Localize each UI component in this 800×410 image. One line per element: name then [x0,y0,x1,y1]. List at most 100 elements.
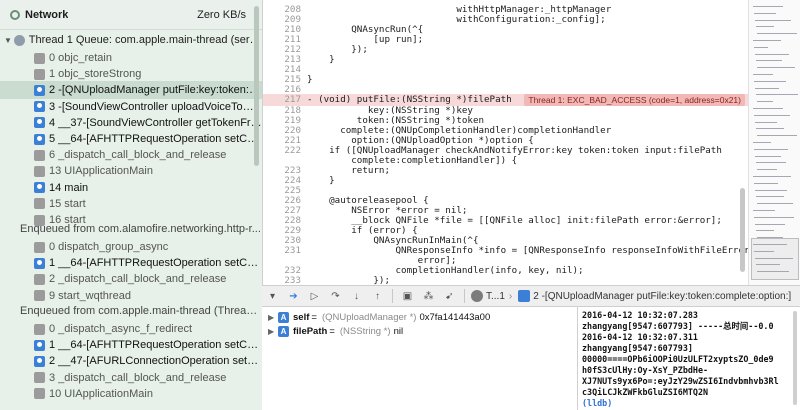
network-gauge[interactable]: Network Zero KB/s [0,0,262,30]
system-frame-icon [34,52,45,64]
stack-frame-label: 15 start [49,197,86,210]
console-scrollbar[interactable] [793,311,797,405]
continue-icon[interactable]: ▷ [307,289,322,303]
stack-frame-label: 2 -[QNUploadManager putFile:key:token:co… [49,84,262,97]
user-frame-icon [34,257,45,269]
stack-frame-label: 2 _dispatch_call_block_and_release [49,273,227,286]
minimap-line [757,237,783,239]
system-frame-icon [34,68,45,80]
minimap-line [756,264,780,266]
variable-badge-icon: A [278,311,289,323]
variable-row-self[interactable]: ▶ A self = (QNUploadManager *) 0x7fa1414… [268,310,490,324]
system-frame-icon [34,323,45,335]
system-frame-icon [34,165,45,177]
line-number: 233 [284,275,301,285]
console-line: 2016-04-12 10:32:07.311 [582,332,698,342]
breadcrumb-frame[interactable]: 2 -[QNUploadManager putFile:key:token:co… [518,290,791,302]
stack-frame-label: 0 _dispatch_async_f_redirect [49,323,193,335]
code-line[interactable]: 233 }); [263,275,748,285]
minimap-line [753,108,783,109]
disclosure-right-icon[interactable]: ▶ [268,313,278,322]
minimap-line [756,162,786,164]
minimap-line [753,142,771,143]
disclosure-right-icon[interactable]: ▶ [268,327,278,336]
debug-navigator: Network Zero KB/s ▼ Thread 1 Queue: com.… [0,0,262,410]
console-line: c3QiLCJkZWFkbGluZSI6MTQ2N [582,387,709,397]
memory-graph-icon[interactable]: ⁂ [421,289,436,303]
minimap-line [756,94,798,96]
variable-row-filepath[interactable]: ▶ A filePath = (NSString *) nil [268,324,403,338]
navigator-scrollbar[interactable] [254,6,259,166]
variable-value: nil [393,325,404,337]
minimap-line [757,135,797,137]
variable-name: filePath [293,325,328,337]
minimap-line [757,33,797,35]
enqueued-header-2[interactable]: Enqueued from com.apple.main-thread (Thr… [0,302,262,320]
console-output[interactable]: 2016-04-12 10:32:07.283 zhangyang[9547:60… [578,307,800,410]
minimap-line [753,74,773,75]
minimap-line [754,80,786,82]
step-out-icon[interactable]: ↑ [370,289,385,303]
breadcrumb-thread[interactable]: T...1 [471,290,505,302]
variable-type: (QNUploadManager *) [321,311,417,323]
source-editor[interactable]: 208 withHttpManager:_httpManager 209 with… [262,0,748,285]
minimap-line [756,60,782,62]
network-label: Network [25,8,69,21]
minimap-line [757,67,795,69]
stack-frame-label: 6 _dispatch_call_block_and_release [49,149,227,162]
minimap-line [757,101,773,103]
step-into-icon[interactable]: ↓ [349,289,364,303]
system-frame-icon [34,241,45,253]
user-frame-icon [34,355,45,367]
thread-1-row[interactable]: ▼ Thread 1 Queue: com.apple.main-thread … [0,31,262,49]
network-icon [10,9,20,20]
hide-debug-area-icon[interactable]: ▾ [265,289,280,303]
lldb-prompt[interactable]: (lldb) [582,398,612,409]
location-icon[interactable]: ➹ [442,289,457,303]
minimap-line [753,210,775,211]
minimap-line [757,271,789,273]
stack-frame-label: 13 UIApplicationMain [49,165,153,178]
user-frame-icon [34,84,45,96]
editor-scrollbar[interactable] [740,188,745,272]
enqueued-header-1[interactable]: Enqueued from com.alamofire.networking.h… [0,220,262,238]
enqueued-label-1: Enqueued from com.alamofire.networking.h… [20,223,261,235]
minimap-line [753,6,783,7]
view-hierarchy-icon[interactable]: ▣ [400,289,415,303]
minimap-line [756,230,774,232]
minimap-line [757,169,777,171]
stack-frame-label: 9 start_wqthread [49,289,131,302]
breakpoints-toggle-icon[interactable]: ➔ [286,289,301,303]
minimap-line [754,12,776,14]
minimap-line [754,46,768,48]
enqueued-label-2: Enqueued from com.apple.main-thread (Thr… [20,305,262,317]
stack-frame-label: 1 objc_storeStrong [49,68,142,81]
network-rate: Zero KB/s [197,8,246,21]
variables-view: ▶ A self = (QNUploadManager *) 0x7fa1414… [262,307,578,410]
stack-frame-label: 0 dispatch_group_async [49,241,169,253]
console-line: XJ7NUTs9yx6Po=:eyJzY29wZSI6Indvbmhvb3Rl [582,376,779,386]
stack-frame-label: 0 objc_retain [49,52,112,64]
system-frame-icon [34,198,45,210]
stack-frame-row[interactable]: 10 UIApplicationMain [0,385,262,403]
code-text: }); [307,275,390,285]
debug-bar: ▾ ➔ ▷ ↷ ↓ ↑ ▣ ⁂ ➹ T...1 › 2 -[QNUploadMa… [262,285,800,307]
minimap-line [755,121,777,123]
chevron-right-icon: › [508,290,513,302]
stack-frame-label: 1 __64-[AFHTTPRequestOperation setComple… [49,339,262,352]
variable-value: 0x7fa141443a00 [419,311,491,323]
minimap-line [755,53,789,55]
minimap-line [755,257,793,259]
minimap[interactable] [748,0,800,285]
minimap-line [753,176,791,177]
minimap-line [754,114,790,116]
user-frame-icon [34,339,45,351]
step-over-icon[interactable]: ↷ [328,289,343,303]
stack-frame-label: 2 __47-[AFURLConnectionOperation setComp… [49,355,262,368]
minimap-line [756,26,774,28]
minimap-line [754,182,778,184]
variable-name: self [293,311,310,323]
disclosure-triangle-icon[interactable]: ▼ [4,36,14,45]
system-frame-icon [34,388,45,400]
system-frame-icon [34,372,45,384]
